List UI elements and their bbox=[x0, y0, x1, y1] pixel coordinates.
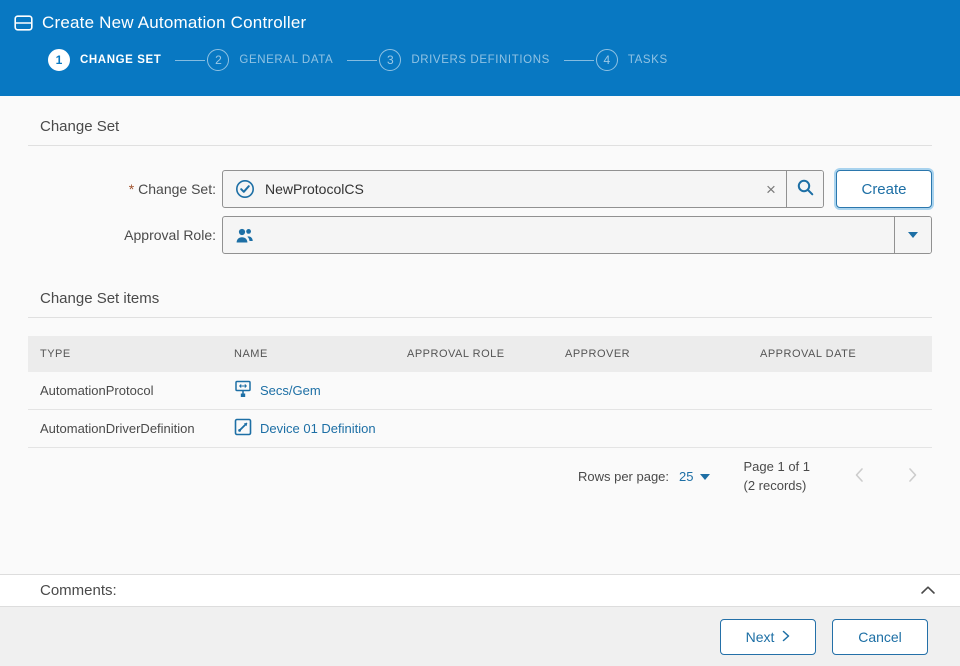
wizard-footer: Next Cancel bbox=[0, 607, 960, 666]
approver-cell bbox=[553, 372, 748, 410]
change-set-value: NewProtocolCS bbox=[265, 181, 756, 197]
search-icon bbox=[796, 178, 815, 200]
approval-role-cell bbox=[395, 410, 553, 448]
check-circle-icon bbox=[235, 179, 255, 199]
item-link-device-01-definition[interactable]: Device 01 Definition bbox=[260, 421, 376, 436]
search-button[interactable] bbox=[787, 171, 823, 207]
change-set-label: * Change Set: bbox=[28, 170, 222, 208]
required-asterisk: * bbox=[129, 181, 134, 197]
change-set-row: * Change Set: NewProtocolCS × bbox=[28, 170, 932, 208]
table-header-row: TYPE NAME APPROVAL ROLE APPROVER APPROVA… bbox=[28, 336, 932, 372]
protocol-network-icon bbox=[234, 380, 252, 401]
type-cell: AutomationDriverDefinition bbox=[28, 410, 222, 448]
column-header-approver: APPROVER bbox=[553, 336, 748, 372]
clear-icon[interactable]: × bbox=[756, 171, 786, 207]
approval-date-cell bbox=[748, 410, 932, 448]
step-tasks[interactable]: 4 TASKS bbox=[596, 49, 668, 71]
approval-role-input[interactable] bbox=[222, 216, 932, 254]
change-set-section-title: Change Set bbox=[28, 96, 932, 146]
comments-label: Comments: bbox=[40, 582, 117, 599]
wizard-stepper: 1 CHANGE SET 2 GENERAL DATA 3 DRIVERS DE… bbox=[48, 49, 946, 71]
record-count-text: (2 records) bbox=[744, 477, 811, 496]
approval-role-cell bbox=[395, 372, 553, 410]
comments-panel-toggle[interactable]: Comments: bbox=[0, 574, 960, 607]
approver-cell bbox=[553, 410, 748, 448]
rows-per-page-label: Rows per page: bbox=[578, 469, 669, 484]
approval-date-cell bbox=[748, 372, 932, 410]
collapse-window-icon[interactable] bbox=[14, 15, 33, 31]
cancel-button[interactable]: Cancel bbox=[832, 619, 928, 655]
step-2-label: GENERAL DATA bbox=[239, 54, 333, 66]
item-link-secs-gem[interactable]: Secs/Gem bbox=[260, 383, 321, 398]
next-page-button[interactable] bbox=[904, 463, 922, 490]
step-connector bbox=[175, 60, 205, 61]
chevron-down-icon bbox=[700, 474, 710, 480]
rows-per-page-dropdown[interactable]: 25 bbox=[679, 469, 709, 484]
page-info: Page 1 of 1 (2 records) bbox=[744, 458, 811, 496]
driver-definition-icon bbox=[234, 418, 252, 439]
people-icon bbox=[235, 227, 254, 244]
chevron-left-icon bbox=[854, 467, 864, 486]
table-row: AutomationProtocol Secs/Gem bbox=[28, 372, 932, 410]
table-pagination: Rows per page: 25 Page 1 of 1 (2 records… bbox=[28, 458, 932, 496]
column-header-approval-date: APPROVAL DATE bbox=[748, 336, 932, 372]
step-connector bbox=[564, 60, 594, 61]
column-header-approval-role: APPROVAL ROLE bbox=[395, 336, 553, 372]
step-3-label: DRIVERS DEFINITIONS bbox=[411, 54, 550, 66]
wizard-content: Change Set * Change Set: NewProtocolCS × bbox=[0, 96, 960, 496]
wizard-header: Create New Automation Controller 1 CHANG… bbox=[0, 0, 960, 96]
create-button[interactable]: Create bbox=[836, 170, 932, 208]
column-header-name: NAME bbox=[222, 336, 395, 372]
change-set-items-section-title: Change Set items bbox=[28, 268, 932, 318]
step-3-circle: 3 bbox=[379, 49, 401, 71]
step-2-circle: 2 bbox=[207, 49, 229, 71]
step-4-circle: 4 bbox=[596, 49, 618, 71]
approval-role-label: Approval Role: bbox=[28, 216, 222, 254]
step-change-set[interactable]: 1 CHANGE SET bbox=[48, 49, 161, 71]
page-title: Create New Automation Controller bbox=[42, 13, 306, 33]
rows-per-page-value: 25 bbox=[679, 469, 693, 484]
next-button[interactable]: Next bbox=[720, 619, 816, 655]
step-drivers-definitions[interactable]: 3 DRIVERS DEFINITIONS bbox=[379, 49, 550, 71]
chevron-right-icon bbox=[782, 629, 790, 645]
column-header-type: TYPE bbox=[28, 336, 222, 372]
step-connector bbox=[347, 60, 377, 61]
previous-page-button[interactable] bbox=[850, 463, 868, 490]
table-row: AutomationDriverDefinition Device 01 Def… bbox=[28, 410, 932, 448]
chevron-down-icon bbox=[908, 232, 918, 238]
next-button-label: Next bbox=[746, 629, 775, 645]
change-set-input[interactable]: NewProtocolCS × bbox=[222, 170, 824, 208]
step-general-data[interactable]: 2 GENERAL DATA bbox=[207, 49, 333, 71]
step-1-label: CHANGE SET bbox=[80, 54, 161, 66]
type-cell: AutomationProtocol bbox=[28, 372, 222, 410]
approval-role-row: Approval Role: bbox=[28, 216, 932, 254]
chevron-right-icon bbox=[908, 467, 918, 486]
chevron-up-icon[interactable] bbox=[920, 582, 936, 600]
step-4-label: TASKS bbox=[628, 54, 668, 66]
page-number-text: Page 1 of 1 bbox=[744, 458, 811, 477]
approval-role-dropdown-button[interactable] bbox=[895, 217, 931, 253]
change-set-items-table: TYPE NAME APPROVAL ROLE APPROVER APPROVA… bbox=[28, 336, 932, 448]
step-1-circle: 1 bbox=[48, 49, 70, 71]
